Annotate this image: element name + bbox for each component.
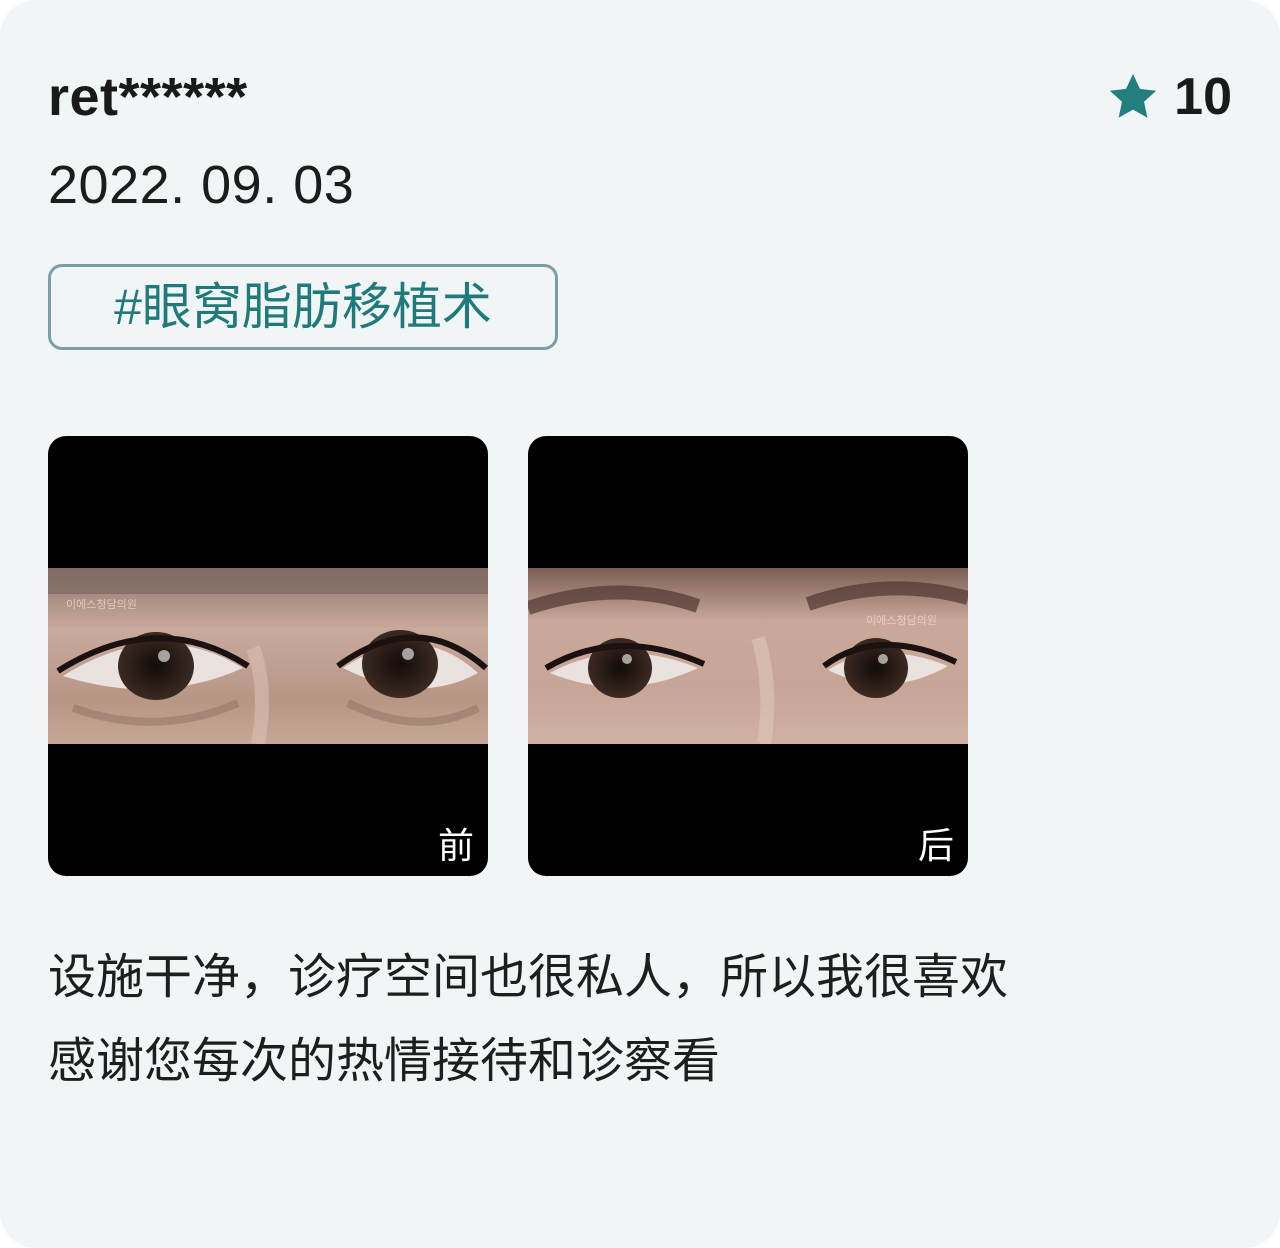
review-date: 2022. 09. 03 [48,155,355,215]
review-text-line: 感谢您每次的热情接待和诊察看 [48,1035,721,1088]
before-photo[interactable]: 이에스청담의원 前 [48,436,488,876]
watermark-text: 이에스청담의원 [866,614,937,627]
review-rating: 10 [1106,62,1232,132]
review-text: 设施干净，诊疗空间也很私人，所以我很喜欢 感谢您每次的热情接待和诊察看 [48,936,1228,1104]
eyes-after-image: 이에스청담의원 [528,568,968,744]
star-icon [1109,74,1157,118]
eyes-before-image: 이에스청담의원 [48,568,488,744]
review-card[interactable]: ret****** 10 2022. 09. 03 #眼窝脂肪移植术 이에스청담… [0,0,1280,1248]
after-label: 后 [917,825,954,866]
review-text-line: 设施干净，诊疗空间也很私人，所以我很喜欢 [48,951,1009,1004]
before-label: 前 [437,825,474,866]
after-photo[interactable]: 이에스청담의원 后 [528,436,968,876]
rating-value: 10 [1174,68,1232,126]
review-username: ret****** [48,67,248,127]
watermark-text: 이에스청담의원 [66,598,137,611]
procedure-tag[interactable]: #眼窝脂肪移植术 [48,264,558,350]
